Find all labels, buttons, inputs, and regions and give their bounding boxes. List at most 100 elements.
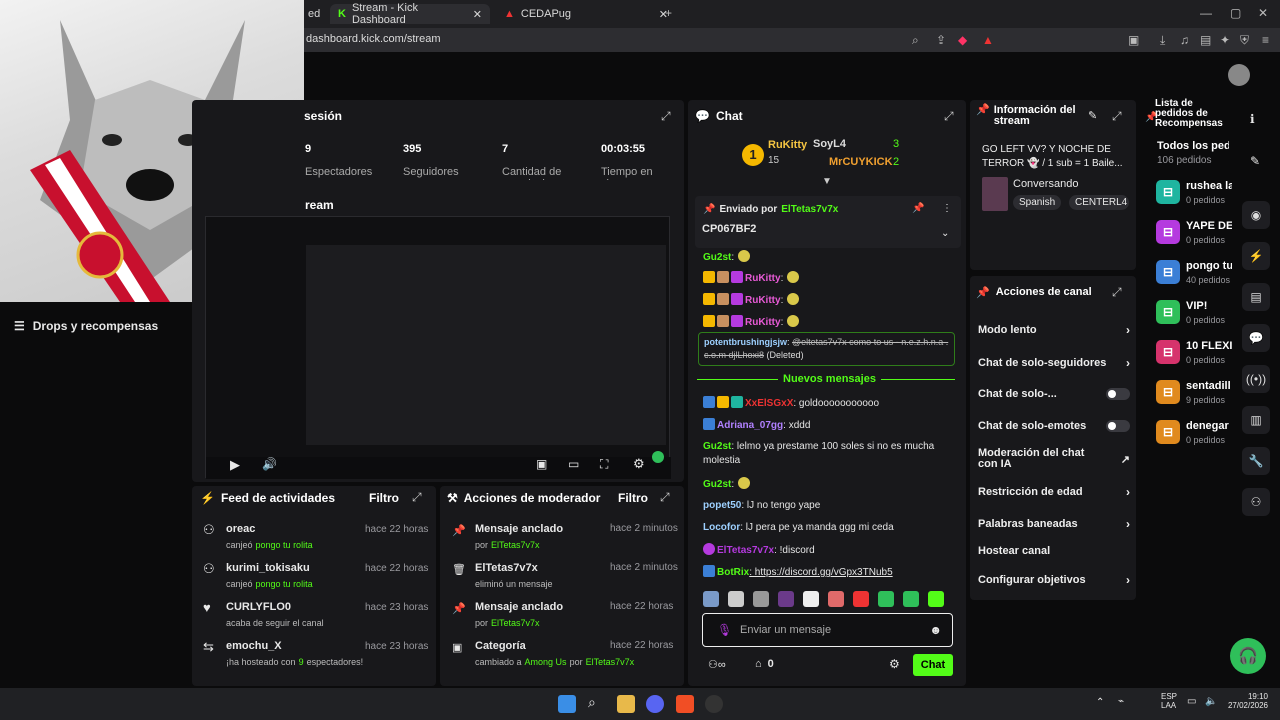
channel-action-6[interactable]: Palabras baneadas › [978, 517, 1130, 531]
cards-icon[interactable]: ▥ [1242, 406, 1270, 434]
activity-highlight[interactable]: pongo tu rolita [256, 579, 313, 589]
emote-icon[interactable] [703, 591, 719, 607]
moderator-filter-button[interactable]: Filtro [618, 491, 648, 505]
leader-2-name[interactable]: SoyL4 [813, 138, 846, 150]
search-icon[interactable]: ⌕ [588, 694, 596, 711]
channel-action-7[interactable]: Hostear canal [978, 545, 1130, 557]
ai-icon[interactable]: ✦ [1220, 33, 1230, 47]
chevron-down-icon[interactable]: ▼ [822, 176, 832, 187]
channel-action-4[interactable]: Moderación del chat con IA ↗ [978, 448, 1130, 470]
chat-username[interactable]: RuKitty [745, 273, 781, 284]
close-window-icon[interactable]: ✕ [1258, 6, 1268, 20]
users-icon[interactable]: ⚇ [1242, 488, 1270, 516]
reward-name[interactable]: 10 FLEXIO [1186, 340, 1232, 352]
chat-username[interactable]: Gu2st [703, 441, 731, 452]
emote-icon[interactable] [828, 591, 844, 607]
avatar[interactable] [1228, 64, 1250, 86]
emote-icon[interactable] [803, 591, 819, 607]
download-icon[interactable]: ⤓ [1160, 33, 1165, 48]
expand-icon[interactable]: ⤢ [661, 109, 671, 124]
channel-action-2[interactable]: Chat de solo-... [978, 388, 1130, 400]
chat-input[interactable]: 🎙 Enviar un mensaje ☻ [702, 613, 953, 647]
fullscreen-icon[interactable]: ⛶ [600, 457, 608, 472]
emote-icon[interactable] [728, 591, 744, 607]
emote-icon[interactable] [753, 591, 769, 607]
activity-user[interactable]: kurimi_tokisaku [226, 562, 310, 574]
activity-user[interactable]: CURLYFLO0 [226, 601, 291, 613]
tab-cedapug[interactable]: ▲ CEDAPug ✕ [496, 4, 676, 24]
new-messages-label[interactable]: Nuevos mensajes [778, 373, 881, 385]
chat-username[interactable]: BotRix [717, 567, 749, 578]
mod-name[interactable]: Among Us [525, 657, 567, 667]
expand-icon[interactable]: ⤢ [660, 490, 670, 505]
reward-name[interactable]: denegar [1186, 420, 1232, 432]
chat-username[interactable]: XxElSGxX [745, 398, 793, 409]
brave-icon[interactable] [676, 695, 694, 713]
menu-icon[interactable]: ≡ [1262, 33, 1269, 47]
activity-highlight[interactable]: 9 [299, 657, 304, 667]
edit-icon[interactable]: ✎ [1250, 154, 1260, 168]
tag-spanish[interactable]: Spanish [1013, 195, 1062, 210]
network-icon[interactable]: ⌁ [1118, 696, 1124, 707]
url-text[interactable]: dashboard.kick.com/stream [306, 33, 441, 45]
music-icon[interactable]: ♫ [1180, 33, 1189, 47]
channel-action-3[interactable]: Chat de solo-emotes [978, 420, 1130, 432]
zoom-icon[interactable]: ⌕ [912, 33, 919, 48]
clock[interactable]: 19:10 27/02/2026 [1224, 692, 1268, 710]
rewards-all[interactable]: Todos los pedi [1157, 140, 1229, 152]
close-tab-icon[interactable]: ✕ [473, 8, 482, 21]
discord-icon[interactable] [646, 695, 664, 713]
emoji-icon[interactable]: ☻ [929, 623, 942, 637]
toggle-switch[interactable] [1106, 420, 1130, 432]
mod-name[interactable]: ElTetas7v7x [491, 618, 540, 628]
stream-preview[interactable] [205, 216, 671, 479]
channel-points[interactable]: ⌂ 0 [755, 658, 774, 670]
toggle-switch[interactable] [1106, 388, 1130, 400]
share-icon[interactable]: ⇪ [936, 33, 946, 47]
activity-user[interactable]: oreac [226, 523, 255, 535]
leader-1-name[interactable]: RuKitty [768, 139, 807, 151]
leader-3-name[interactable]: MrCUYKICK [829, 156, 893, 168]
new-tab-icon[interactable]: + [665, 6, 672, 20]
minimize-icon[interactable]: — [1200, 6, 1212, 20]
chat-username[interactable]: RuKitty [745, 317, 781, 328]
chat-username[interactable]: ElTetas7v7x [717, 545, 774, 556]
maximize-icon[interactable]: ▢ [1230, 6, 1241, 20]
mod-name[interactable]: ElTetas7v7x [491, 540, 540, 550]
camera-icon[interactable]: ◉ [1242, 201, 1270, 229]
expand-icon[interactable]: ⤢ [944, 109, 954, 124]
channel-action-8[interactable]: Configurar objetivos › [978, 573, 1130, 587]
chat-username[interactable]: RuKitty [745, 295, 781, 306]
chat-username[interactable]: Gu2st [703, 479, 731, 490]
activity-highlight[interactable]: pongo tu rolita [256, 540, 313, 550]
tab-kick-dashboard[interactable]: K Stream - Kick Dashboard ✕ [330, 2, 490, 26]
file-explorer-icon[interactable] [617, 695, 635, 713]
expand-icon[interactable]: ⤢ [1112, 285, 1122, 300]
wrench-icon[interactable]: 🔧 [1242, 447, 1270, 475]
chat-text[interactable]: : https://discord.gg/vGpx3TNub5 [749, 567, 892, 578]
channel-action-5[interactable]: Restricción de edad › [978, 485, 1130, 499]
activity-filter-button[interactable]: Filtro [369, 491, 399, 505]
expand-icon[interactable]: ⤢ [1112, 109, 1122, 124]
chat-username[interactable]: popet50 [703, 500, 741, 511]
start-icon[interactable] [558, 695, 576, 713]
monitor-icon[interactable]: ▭ [1187, 696, 1196, 707]
chat-icon[interactable]: 💬 [1242, 324, 1270, 352]
vpn-icon[interactable]: ⛨ [1240, 33, 1249, 48]
emote-icon[interactable] [903, 591, 919, 607]
emote-icon[interactable] [853, 591, 869, 607]
play-icon[interactable]: ▶ [230, 457, 240, 473]
chat-username[interactable]: Locofor [703, 522, 740, 533]
reward-name[interactable]: rushea la [1186, 180, 1232, 192]
tag-centerl4[interactable]: CENTERL4 [1069, 195, 1129, 210]
wallet-icon[interactable]: ▤ [1200, 33, 1211, 47]
reward-name[interactable]: sentadill [1186, 380, 1232, 392]
language-indicator[interactable]: ESP LAA [1161, 692, 1177, 710]
pip-icon[interactable]: ▣ [536, 457, 547, 471]
chevron-down-icon[interactable]: ⌄ [941, 228, 949, 239]
edit-icon[interactable]: ✎ [1088, 109, 1097, 122]
brave-shield-icon[interactable]: ◆ [958, 33, 967, 47]
tray-chevron-icon[interactable]: ⌃ [1096, 697, 1104, 708]
reward-name[interactable]: pongo tu [1186, 260, 1232, 272]
channel-action-0[interactable]: Modo lento › [978, 323, 1130, 337]
